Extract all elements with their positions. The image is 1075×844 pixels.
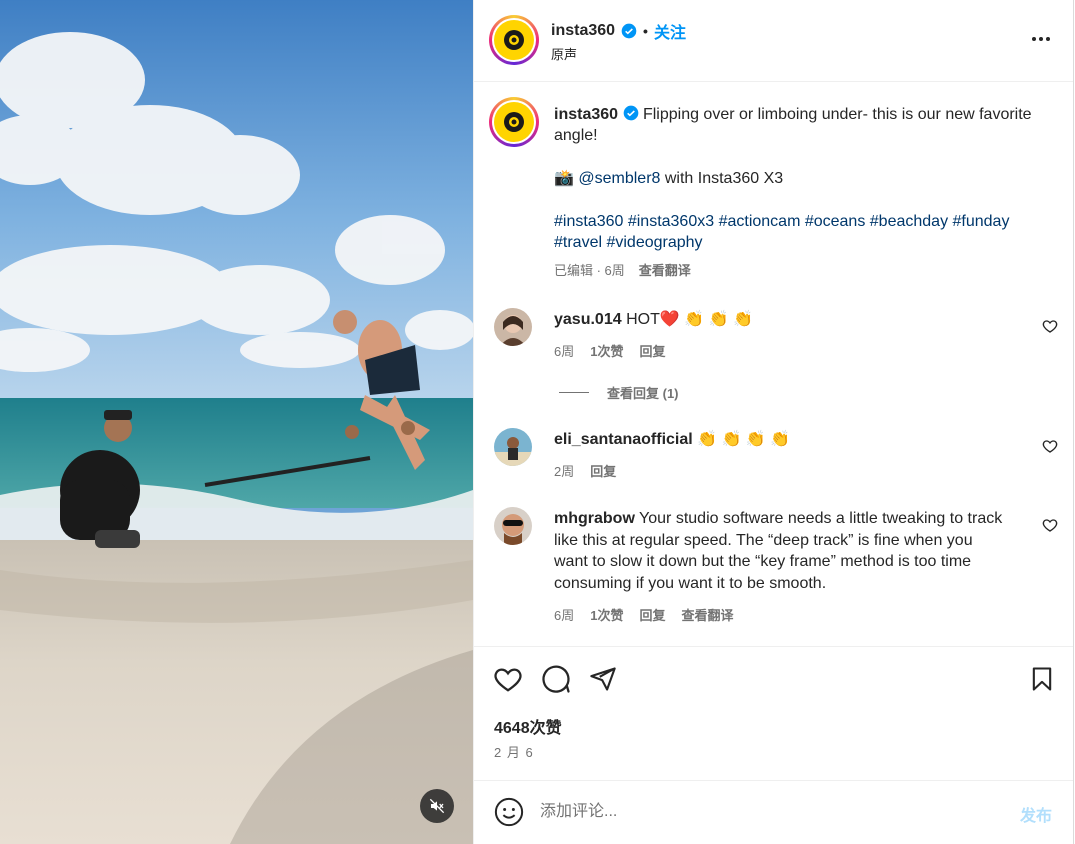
comment-translate-link[interactable]: 查看翻译 <box>681 605 733 624</box>
comment-likes[interactable]: 1次赞 <box>590 341 623 360</box>
camera-emoji: 📸 <box>554 170 574 187</box>
video-frame <box>0 0 473 844</box>
bookmark-icon <box>1032 667 1052 691</box>
insta360-logo-icon <box>504 30 524 50</box>
verified-badge-icon <box>621 23 637 39</box>
smiley-icon[interactable] <box>494 797 524 827</box>
view-replies-label: 查看回复 (1) <box>607 386 679 401</box>
comment-text: 👏 👏 👏 👏 <box>697 431 791 448</box>
comment-likes[interactable]: 1次赞 <box>590 605 623 624</box>
caption-translate-link[interactable]: 查看翻译 <box>639 260 691 281</box>
comment-time: 6周 <box>554 344 575 359</box>
mention-suffix: with Insta360 X3 <box>660 170 784 187</box>
save-button[interactable] <box>1026 663 1058 695</box>
comment-username[interactable]: mhgrabow <box>554 510 635 527</box>
comment-avatar[interactable] <box>494 507 532 545</box>
author-username[interactable]: insta360 <box>551 22 615 40</box>
separator-dot: • <box>643 23 648 39</box>
post-details-pane: insta360 • 关注 原声 insta360 Flipping over … <box>473 0 1074 844</box>
send-icon <box>590 667 616 691</box>
post-comment-button[interactable]: 发布 <box>1020 802 1052 826</box>
audio-label[interactable]: 原声 <box>551 44 577 63</box>
view-replies-button[interactable]: 查看回复 (1) <box>559 383 679 402</box>
comment-username[interactable]: yasu.014 <box>554 311 622 328</box>
like-button[interactable] <box>492 663 524 695</box>
comment-text: HOT❤️ 👏 👏 👏 <box>626 311 753 328</box>
comment-username[interactable]: eli_santanaofficial <box>554 431 693 448</box>
mute-button[interactable] <box>420 789 454 823</box>
caption-edited-time: 已编辑 · 6周 <box>554 263 625 278</box>
insta360-logo-icon <box>504 112 524 132</box>
comments-list[interactable]: insta360 Flipping over or limboing under… <box>474 83 1074 646</box>
post-media[interactable] <box>0 0 473 844</box>
reply-button[interactable]: 回复 <box>639 341 665 360</box>
caption-username[interactable]: insta360 <box>554 106 618 123</box>
mention-link[interactable]: @sembler8 <box>578 170 660 187</box>
comment-input[interactable] <box>540 801 980 823</box>
heart-icon <box>494 668 522 692</box>
comment-button[interactable] <box>540 663 572 695</box>
speaker-muted-icon <box>429 798 445 814</box>
comment-time: 2周 <box>554 464 575 479</box>
heart-icon[interactable] <box>1042 318 1058 334</box>
heart-icon[interactable] <box>1042 438 1058 454</box>
comment-time: 6周 <box>554 608 575 623</box>
reply-button[interactable]: 回复 <box>590 461 616 480</box>
post-date: 2 月 6 <box>494 745 534 760</box>
likes-count[interactable]: 4648次赞 <box>494 714 562 738</box>
author-avatar[interactable] <box>489 15 539 65</box>
hashtags[interactable]: #insta360 #insta360x3 #actioncam #oceans… <box>554 211 1034 253</box>
comment-avatar[interactable] <box>494 308 532 346</box>
follow-button[interactable]: 关注 <box>654 19 686 43</box>
share-button[interactable] <box>587 663 619 695</box>
more-horizontal-icon <box>1032 37 1036 41</box>
reply-button[interactable]: 回复 <box>639 605 665 624</box>
comment-avatar[interactable] <box>494 428 532 466</box>
heart-icon[interactable] <box>1042 517 1058 533</box>
comment-composer: 发布 <box>474 780 1074 844</box>
comment-bubble-icon <box>542 665 570 693</box>
caption-avatar[interactable] <box>489 97 539 147</box>
post-actions: 4648次赞 2 月 6 <box>474 646 1074 781</box>
post-header: insta360 • 关注 原声 <box>474 0 1074 82</box>
more-options-button[interactable] <box>1026 27 1056 51</box>
verified-badge-icon <box>623 105 638 121</box>
